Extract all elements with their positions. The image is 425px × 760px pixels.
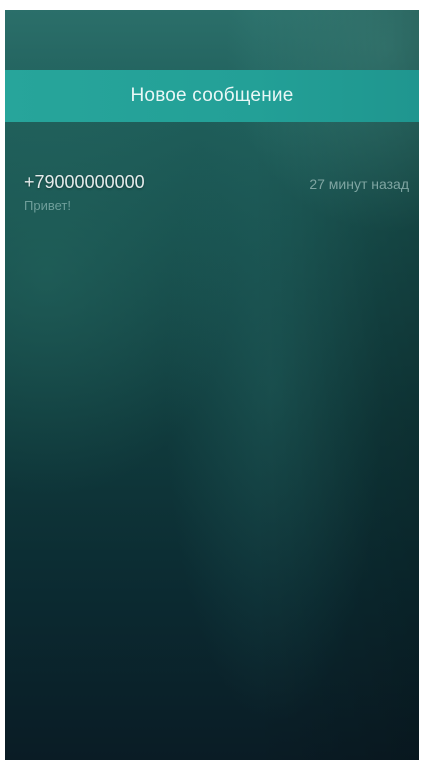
new-message-button[interactable]: Новое сообщение — [5, 70, 419, 122]
message-sender: +79000000000 — [24, 172, 145, 192]
message-preview: Привет! — [24, 198, 71, 213]
new-message-label: Новое сообщение — [130, 85, 294, 106]
message-thread-item[interactable]: +79000000000 27 минут назад Привет! — [5, 170, 419, 222]
message-time: 27 минут назад — [309, 176, 409, 192]
message-list: +79000000000 27 минут назад Привет! — [5, 170, 419, 222]
messages-screen: Новое сообщение +79000000000 27 минут на… — [5, 10, 419, 760]
